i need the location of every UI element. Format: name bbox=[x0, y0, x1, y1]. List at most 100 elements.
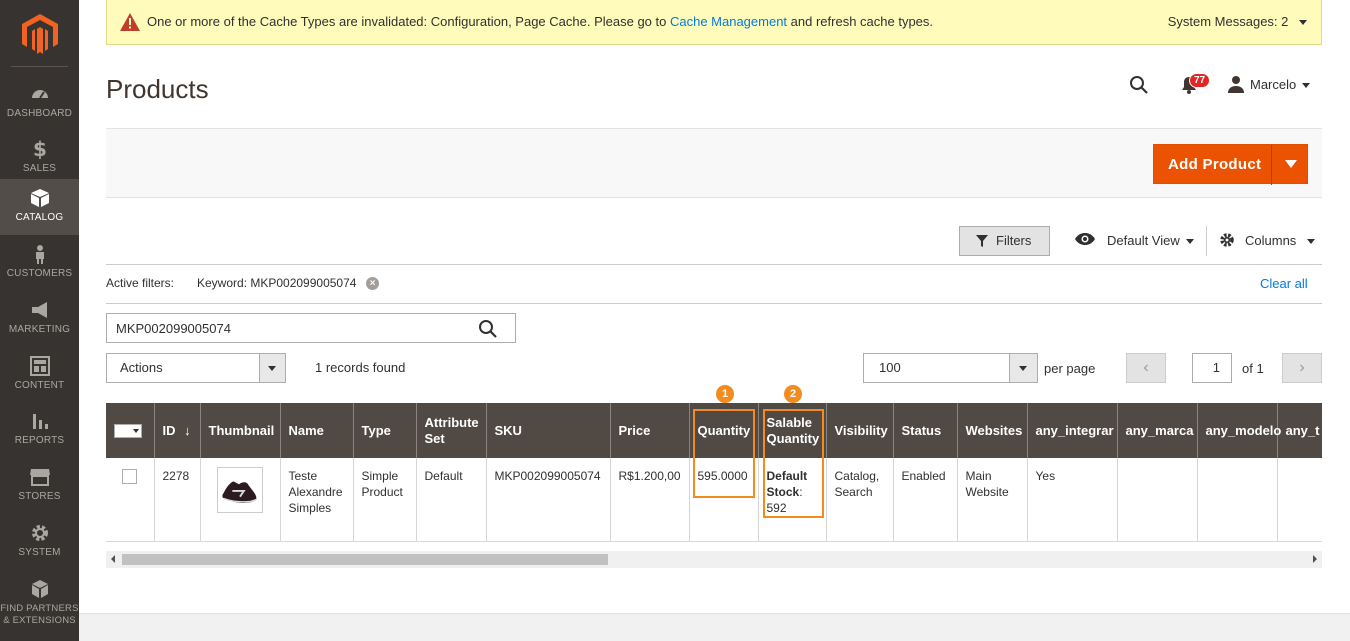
page-actions-bar bbox=[106, 128, 1322, 198]
column-header-websites[interactable]: Websites bbox=[957, 403, 1028, 458]
toolbar-divider bbox=[1206, 226, 1207, 256]
previous-page-button[interactable]: ‹ bbox=[1126, 353, 1166, 383]
magento-logo-icon[interactable] bbox=[22, 14, 58, 54]
column-header-visibility[interactable]: Visibility bbox=[826, 403, 894, 458]
cache-management-link[interactable]: Cache Management bbox=[670, 14, 787, 29]
cell-name: Teste Alexandre Simples bbox=[280, 458, 354, 541]
remove-filter-icon[interactable]: × bbox=[366, 277, 379, 290]
actions-dropdown-toggle[interactable] bbox=[259, 354, 285, 382]
header-label: ID bbox=[162, 422, 176, 438]
cell-attribute-set: Default bbox=[416, 458, 487, 541]
cubes-icon bbox=[31, 580, 48, 598]
search-icon[interactable] bbox=[478, 319, 498, 339]
per-page-label: per page bbox=[1044, 361, 1096, 376]
page-total: of 1 bbox=[1242, 361, 1264, 376]
gear-icon bbox=[31, 525, 48, 541]
scroll-right-icon[interactable] bbox=[1313, 555, 1317, 563]
cell-visibility: Catalog, Search bbox=[826, 458, 894, 541]
message-text-before: One or more of the Cache Types are inval… bbox=[147, 14, 670, 29]
store-icon bbox=[29, 469, 50, 486]
sidebar-item-label: System bbox=[18, 547, 61, 558]
person-icon bbox=[35, 245, 44, 264]
per-page-toggle[interactable] bbox=[1009, 354, 1037, 382]
chevron-down-icon bbox=[133, 429, 139, 434]
sidebar-item-catalog[interactable]: Catalog bbox=[0, 179, 79, 235]
keyword-search bbox=[106, 313, 516, 343]
system-messages-count: System Messages: 2 bbox=[1167, 14, 1289, 29]
chevron-down-icon bbox=[1299, 20, 1307, 26]
dollar-icon: $ bbox=[33, 139, 47, 159]
chevron-down-icon bbox=[1186, 239, 1194, 244]
per-page-select[interactable]: 100 bbox=[863, 353, 1038, 383]
chevron-down-icon[interactable] bbox=[1285, 160, 1297, 168]
select-all-header[interactable] bbox=[106, 403, 155, 458]
chevron-down-icon bbox=[1019, 366, 1027, 371]
add-product-button[interactable]: Add Product bbox=[1153, 144, 1308, 185]
column-header-type[interactable]: Type bbox=[353, 403, 417, 458]
mass-select-checkbox[interactable] bbox=[114, 424, 142, 439]
system-message-bar: One or more of the Cache Types are inval… bbox=[106, 0, 1322, 45]
actions-dropdown[interactable]: Actions bbox=[106, 353, 286, 383]
sidebar-item-label: Catalog bbox=[15, 212, 64, 223]
sidebar-item-marketing[interactable]: Marketing bbox=[0, 291, 79, 347]
sidebar-item-reports[interactable]: Reports bbox=[0, 402, 79, 458]
chevron-down-icon bbox=[1307, 239, 1315, 244]
scrollbar-thumb[interactable] bbox=[122, 554, 608, 565]
column-header-name[interactable]: Name bbox=[280, 403, 354, 458]
cell-any-modelo bbox=[1197, 458, 1278, 541]
sidebar-item-stores[interactable]: Stores bbox=[0, 458, 79, 514]
user-menu[interactable]: Marcelo bbox=[1250, 77, 1311, 92]
cell-any-integrar: Yes bbox=[1027, 458, 1118, 541]
clear-all-link[interactable]: Clear all bbox=[1260, 276, 1308, 291]
per-page-value: 100 bbox=[879, 360, 901, 375]
sidebar-item-partners[interactable]: Find Partners & Extensions bbox=[0, 570, 79, 630]
horizontal-scrollbar[interactable] bbox=[106, 551, 1322, 568]
sidebar-item-label: Stores bbox=[18, 491, 61, 502]
sidebar-item-content[interactable]: Content bbox=[0, 347, 79, 403]
admin-sidebar: Dashboard $ Sales Catalog Customers Mark… bbox=[0, 0, 79, 641]
column-header-status[interactable]: Status bbox=[893, 403, 958, 458]
product-thumbnail[interactable] bbox=[216, 467, 263, 513]
sidebar-item-customers[interactable]: Customers bbox=[0, 235, 79, 291]
page-number-input[interactable]: 1 bbox=[1192, 353, 1232, 383]
sidebar-item-label: Dashboard bbox=[6, 108, 73, 119]
logo-divider bbox=[11, 66, 68, 67]
columns-label: Columns bbox=[1245, 233, 1297, 248]
keyword-search-input[interactable] bbox=[107, 314, 467, 342]
column-header-attribute-set[interactable]: Attribute Set bbox=[416, 403, 487, 458]
annotation-badge-2: 2 bbox=[784, 385, 802, 403]
layout-icon bbox=[29, 356, 50, 376]
salable-quantity-highlight-box bbox=[763, 409, 824, 518]
svg-text:$: $ bbox=[33, 139, 47, 159]
divider bbox=[106, 303, 1322, 304]
chevron-down-icon bbox=[1302, 83, 1311, 89]
filters-button[interactable]: Filters bbox=[959, 226, 1050, 256]
row-checkbox[interactable] bbox=[122, 469, 137, 484]
sidebar-item-sales[interactable]: $ Sales bbox=[0, 130, 79, 186]
column-header-thumbnail: Thumbnail bbox=[200, 403, 281, 458]
column-header-id[interactable]: ID ↓ bbox=[154, 403, 201, 458]
box-icon bbox=[30, 189, 49, 207]
column-header-any-integrar[interactable]: any_integrar bbox=[1027, 403, 1118, 458]
search-icon[interactable] bbox=[1129, 75, 1149, 95]
column-header-price[interactable]: Price bbox=[610, 403, 690, 458]
bar-chart-icon bbox=[32, 414, 48, 429]
cell-any-marca bbox=[1117, 458, 1198, 541]
column-header-any-marca[interactable]: any_marca bbox=[1117, 403, 1198, 458]
next-page-button[interactable]: › bbox=[1282, 353, 1322, 383]
active-filters-label: Active filters: bbox=[106, 276, 175, 290]
sidebar-item-system[interactable]: System bbox=[0, 514, 79, 570]
system-message-text: One or more of the Cache Types are inval… bbox=[147, 14, 933, 29]
view-label: Default View bbox=[1107, 233, 1180, 248]
cell-thumbnail bbox=[200, 458, 281, 541]
user-icon[interactable] bbox=[1227, 75, 1245, 93]
sidebar-item-label: Marketing bbox=[8, 324, 71, 335]
column-header-any-modelo[interactable]: any_modelo bbox=[1197, 403, 1281, 458]
system-messages-toggle[interactable]: System Messages: 2 bbox=[1168, 14, 1307, 29]
column-header-any-t[interactable]: any_t bbox=[1277, 403, 1322, 458]
sort-desc-icon: ↓ bbox=[184, 422, 191, 438]
scroll-left-icon[interactable] bbox=[111, 555, 115, 563]
sidebar-item-dashboard[interactable]: Dashboard bbox=[0, 75, 79, 131]
sidebar-item-label: Find Partners & Extensions bbox=[0, 603, 79, 626]
column-header-sku[interactable]: SKU bbox=[486, 403, 611, 458]
